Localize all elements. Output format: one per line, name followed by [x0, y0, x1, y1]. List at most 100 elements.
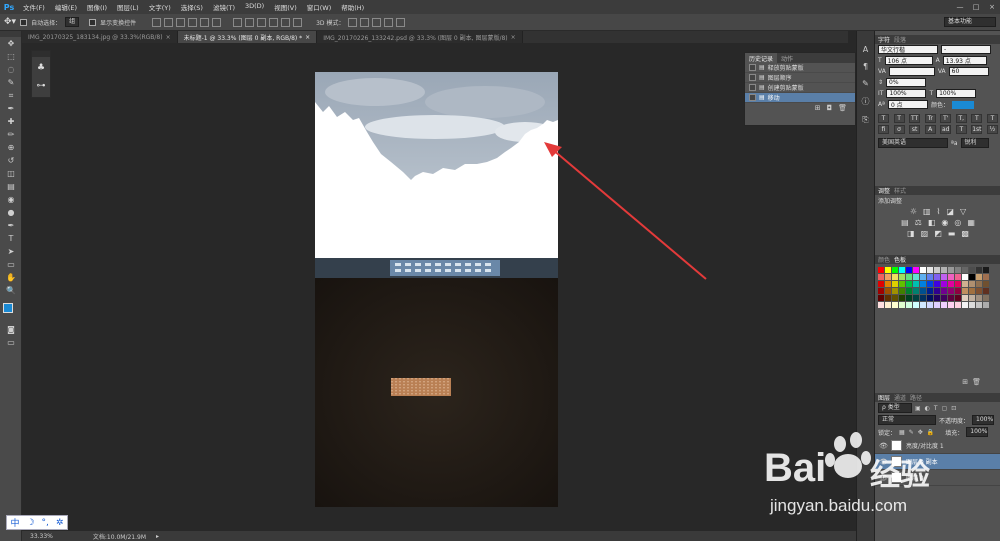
color-swatch[interactable] — [934, 274, 940, 280]
color-swatch[interactable] — [913, 274, 919, 280]
align-hcenter-icon[interactable] — [200, 17, 210, 27]
show-transform-checkbox[interactable] — [89, 18, 97, 26]
align-vcenter-icon[interactable] — [164, 17, 174, 27]
dodge-icon[interactable]: ● — [0, 206, 22, 219]
close-tab-icon[interactable]: × — [305, 34, 310, 41]
color-swatch[interactable] — [920, 295, 926, 301]
tab-swatches[interactable]: 色板 — [894, 255, 906, 264]
color-swatch[interactable] — [955, 295, 961, 301]
font-size-field[interactable]: 106 点 — [884, 56, 933, 65]
tracking-field[interactable]: 60 — [948, 67, 989, 76]
history-panel-icon[interactable]: ⎘ — [862, 115, 868, 125]
zoom-level[interactable]: 33.33% — [30, 533, 53, 540]
color-swatch[interactable] — [892, 267, 898, 273]
ime-chinese-mode[interactable]: 中 — [10, 516, 19, 529]
crop-icon[interactable]: ⌗ — [0, 89, 22, 102]
color-swatch[interactable] — [983, 274, 989, 280]
opentype-feature-button[interactable]: ½ — [986, 125, 998, 134]
color-swatch[interactable] — [906, 302, 912, 308]
color-balance-icon[interactable]: ⚖ — [915, 218, 922, 227]
text-style-button[interactable]: T — [893, 114, 905, 123]
text-style-button[interactable]: T — [986, 114, 998, 123]
color-swatch[interactable] — [913, 267, 919, 273]
color-swatch[interactable] — [969, 281, 975, 287]
color-swatch[interactable] — [899, 267, 905, 273]
tab-layers[interactable]: 图层 — [878, 393, 890, 402]
color-swatch[interactable] — [983, 288, 989, 294]
color-swatch[interactable] — [941, 302, 947, 308]
blur-icon[interactable]: ◉ — [0, 193, 22, 206]
opentype-feature-button[interactable]: 1st — [971, 125, 983, 134]
healing-icon[interactable]: ✚ — [0, 115, 22, 128]
color-swatch[interactable] — [885, 302, 891, 308]
filter-type-icon[interactable]: T — [934, 405, 938, 412]
document-canvas[interactable] — [315, 72, 558, 507]
color-swatch[interactable] — [927, 302, 933, 308]
rectangle-icon[interactable]: ▭ — [0, 258, 22, 271]
distribute-bottom-icon[interactable] — [257, 17, 267, 27]
text-style-button[interactable]: T' — [940, 114, 952, 123]
ime-punctuation-icon[interactable]: °, — [42, 518, 49, 528]
distribute-top-icon[interactable] — [233, 17, 243, 27]
tsume-field[interactable]: 0% — [886, 78, 927, 87]
color-swatch[interactable] — [948, 295, 954, 301]
color-swatch[interactable] — [948, 302, 954, 308]
close-button[interactable]: × — [984, 3, 1000, 11]
menu-item[interactable]: 文字(Y) — [144, 2, 176, 12]
paragraph-panel-icon[interactable]: ¶ — [863, 62, 868, 71]
color-swatch[interactable] — [878, 267, 884, 273]
menu-item[interactable]: 帮助(H) — [336, 2, 369, 12]
character-panel-icon[interactable]: A — [863, 45, 868, 54]
color-swatch[interactable] — [934, 295, 940, 301]
menu-item[interactable]: 滤镜(T) — [208, 2, 240, 12]
color-swatch[interactable] — [983, 267, 989, 273]
zoom-icon[interactable]: 🔍 — [0, 284, 22, 297]
history-mini-icon[interactable]: ⊶ — [32, 73, 50, 91]
color-swatch[interactable] — [892, 274, 898, 280]
color-swatch[interactable] — [892, 288, 898, 294]
language-dropdown[interactable]: 美国英语 — [878, 138, 948, 148]
antialias-dropdown[interactable]: 锐利 — [960, 138, 989, 148]
color-swatch[interactable] — [969, 267, 975, 273]
filter-shape-icon[interactable]: ▢ — [942, 405, 948, 412]
selective-color-icon[interactable]: ▩ — [961, 229, 969, 238]
color-swatch[interactable] — [906, 295, 912, 301]
document-tab[interactable]: IMG_20170226_133242.psd @ 33.3% (图层 0 副本… — [317, 31, 523, 43]
color-swatch[interactable] — [976, 281, 982, 287]
3d-scale-icon[interactable] — [396, 17, 406, 27]
text-style-button[interactable]: T — [878, 114, 889, 123]
color-swatch[interactable] — [885, 295, 891, 301]
color-swatch[interactable] — [969, 274, 975, 280]
color-swatch[interactable] — [899, 302, 905, 308]
delete-swatch-icon[interactable]: 🗑 — [972, 378, 981, 386]
color-swatch[interactable] — [948, 288, 954, 294]
opentype-feature-button[interactable]: T — [955, 125, 967, 134]
eraser-icon[interactable]: ◫ — [0, 167, 22, 180]
color-swatch[interactable] — [976, 302, 982, 308]
menu-item[interactable]: 图像(I) — [82, 2, 112, 12]
color-swatch[interactable] — [899, 288, 905, 294]
eyedropper-icon[interactable]: ✒ — [0, 102, 22, 115]
gradient-icon[interactable]: ▤ — [0, 180, 22, 193]
3d-rotate-icon[interactable] — [348, 17, 358, 27]
color-swatch[interactable] — [906, 281, 912, 287]
history-brush-icon[interactable]: ↺ — [0, 154, 22, 167]
color-swatch[interactable] — [962, 288, 968, 294]
distribute-vcenter-icon[interactable] — [245, 17, 255, 27]
tab-paths[interactable]: 路径 — [910, 393, 922, 402]
menu-item[interactable]: 视图(V) — [269, 2, 302, 12]
color-swatch[interactable] — [906, 267, 912, 273]
color-swatch[interactable] — [962, 302, 968, 308]
color-swatch[interactable] — [920, 302, 926, 308]
color-swatch[interactable] — [948, 267, 954, 273]
color-swatch[interactable] — [962, 267, 968, 273]
menu-item[interactable]: 编辑(E) — [50, 2, 82, 12]
opentype-feature-button[interactable]: A — [924, 125, 936, 134]
hand-icon[interactable]: ✋ — [0, 271, 22, 284]
marquee-icon[interactable]: ⬚ — [0, 50, 22, 63]
color-swatch[interactable] — [892, 295, 898, 301]
move-icon[interactable]: ✥ — [0, 37, 22, 50]
color-swatch[interactable] — [962, 281, 968, 287]
color-swatch[interactable] — [878, 274, 884, 280]
color-lookup-icon[interactable]: ▦ — [967, 218, 975, 227]
